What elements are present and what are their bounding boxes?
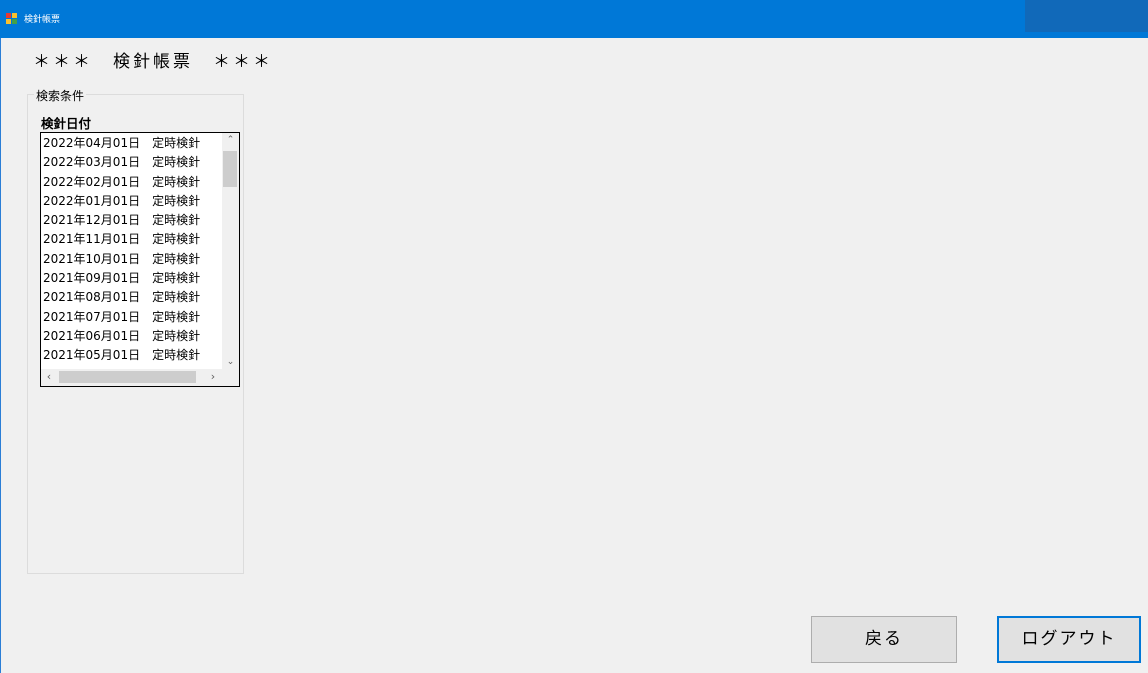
window-title: 検針帳票 xyxy=(24,15,61,25)
vertical-scrollbar[interactable]: ⌃ ⌄ xyxy=(222,133,239,369)
list-item[interactable]: 2022年02月01日 定時検針 xyxy=(43,173,223,192)
titlebar-controls-area xyxy=(1025,0,1148,32)
list-item[interactable]: 2022年03月01日 定時検針 xyxy=(43,153,223,172)
vertical-scroll-thumb[interactable] xyxy=(223,151,237,187)
list-item[interactable]: 2021年08月01日 定時検針 xyxy=(43,288,223,307)
reading-date-label: 検針日付 xyxy=(41,116,92,131)
back-button[interactable]: 戻る xyxy=(811,616,957,663)
reading-date-listbox[interactable]: 2022年04月01日 定時検針 2022年03月01日 定時検針 2022年0… xyxy=(40,132,240,387)
scroll-up-icon[interactable]: ⌃ xyxy=(222,133,239,147)
list-item[interactable]: 2021年11月01日 定時検針 xyxy=(43,230,223,249)
scroll-right-icon[interactable]: › xyxy=(205,369,221,386)
list-item[interactable]: 2021年10月01日 定時検針 xyxy=(43,250,223,269)
list-item[interactable]: 2021年05月01日 定時検針 xyxy=(43,346,223,365)
window-titlebar: 検針帳票 xyxy=(0,0,1148,38)
list-item[interactable]: 2021年12月01日 定時検針 xyxy=(43,211,223,230)
horizontal-scroll-thumb[interactable] xyxy=(59,371,196,383)
horizontal-scrollbar[interactable]: ‹ › xyxy=(41,369,239,386)
list-item[interactable]: 2021年07月01日 定時検針 xyxy=(43,308,223,327)
page-title: ＊＊＊ 検針帳票 ＊＊＊ xyxy=(33,52,273,72)
search-conditions-label: 検索条件 xyxy=(34,87,87,104)
list-item[interactable]: 2022年01月01日 定時検針 xyxy=(43,192,223,211)
window-border xyxy=(0,38,1,673)
logout-button[interactable]: ログアウト xyxy=(997,616,1141,663)
scroll-left-icon[interactable]: ‹ xyxy=(41,369,57,386)
scroll-down-icon[interactable]: ⌄ xyxy=(222,355,239,369)
list-item[interactable]: 2021年06月01日 定時検針 xyxy=(43,327,223,346)
app-icon xyxy=(6,13,18,25)
listbox-items: 2022年04月01日 定時検針 2022年03月01日 定時検針 2022年0… xyxy=(43,134,223,370)
list-item[interactable]: 2021年09月01日 定時検針 xyxy=(43,269,223,288)
list-item[interactable]: 2022年04月01日 定時検針 xyxy=(43,134,223,153)
